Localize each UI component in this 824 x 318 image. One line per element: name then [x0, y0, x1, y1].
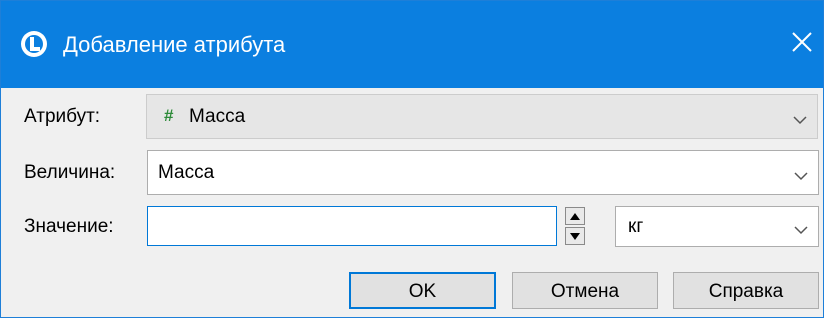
close-icon — [791, 31, 813, 58]
quantity-label: Величина: — [24, 162, 116, 183]
number-type-icon: # — [164, 105, 174, 125]
chevron-down-icon — [794, 222, 808, 234]
unit-select-value: кг — [628, 215, 644, 237]
close-button[interactable] — [781, 23, 823, 65]
cancel-button[interactable]: Отмена — [512, 272, 658, 309]
title-bar[interactable]: Добавление атрибута — [1, 1, 823, 88]
chevron-down-icon — [794, 168, 808, 180]
dialog-title: Добавление атрибута — [63, 32, 286, 57]
triangle-down-icon — [570, 227, 580, 245]
app-logo-icon — [20, 30, 48, 58]
spin-down-button[interactable] — [565, 227, 585, 245]
ok-button[interactable]: OK — [349, 272, 496, 309]
value-label: Значение: — [24, 216, 114, 237]
help-button[interactable]: Справка — [673, 272, 819, 309]
attribute-select-value: Масса — [189, 105, 246, 127]
quantity-select[interactable]: Масса — [147, 150, 819, 195]
value-spinner — [565, 207, 585, 245]
add-attribute-dialog: Добавление атрибута Атрибут: # Масса Вел… — [0, 0, 824, 318]
unit-select[interactable]: кг — [615, 206, 819, 247]
chevron-down-icon — [793, 112, 807, 124]
spin-up-button[interactable] — [565, 207, 585, 225]
value-input[interactable] — [147, 206, 557, 246]
triangle-up-icon — [570, 207, 580, 225]
attribute-label: Атрибут: — [24, 106, 101, 127]
attribute-select[interactable]: # Масса — [146, 94, 818, 139]
quantity-select-value: Масса — [158, 161, 215, 183]
